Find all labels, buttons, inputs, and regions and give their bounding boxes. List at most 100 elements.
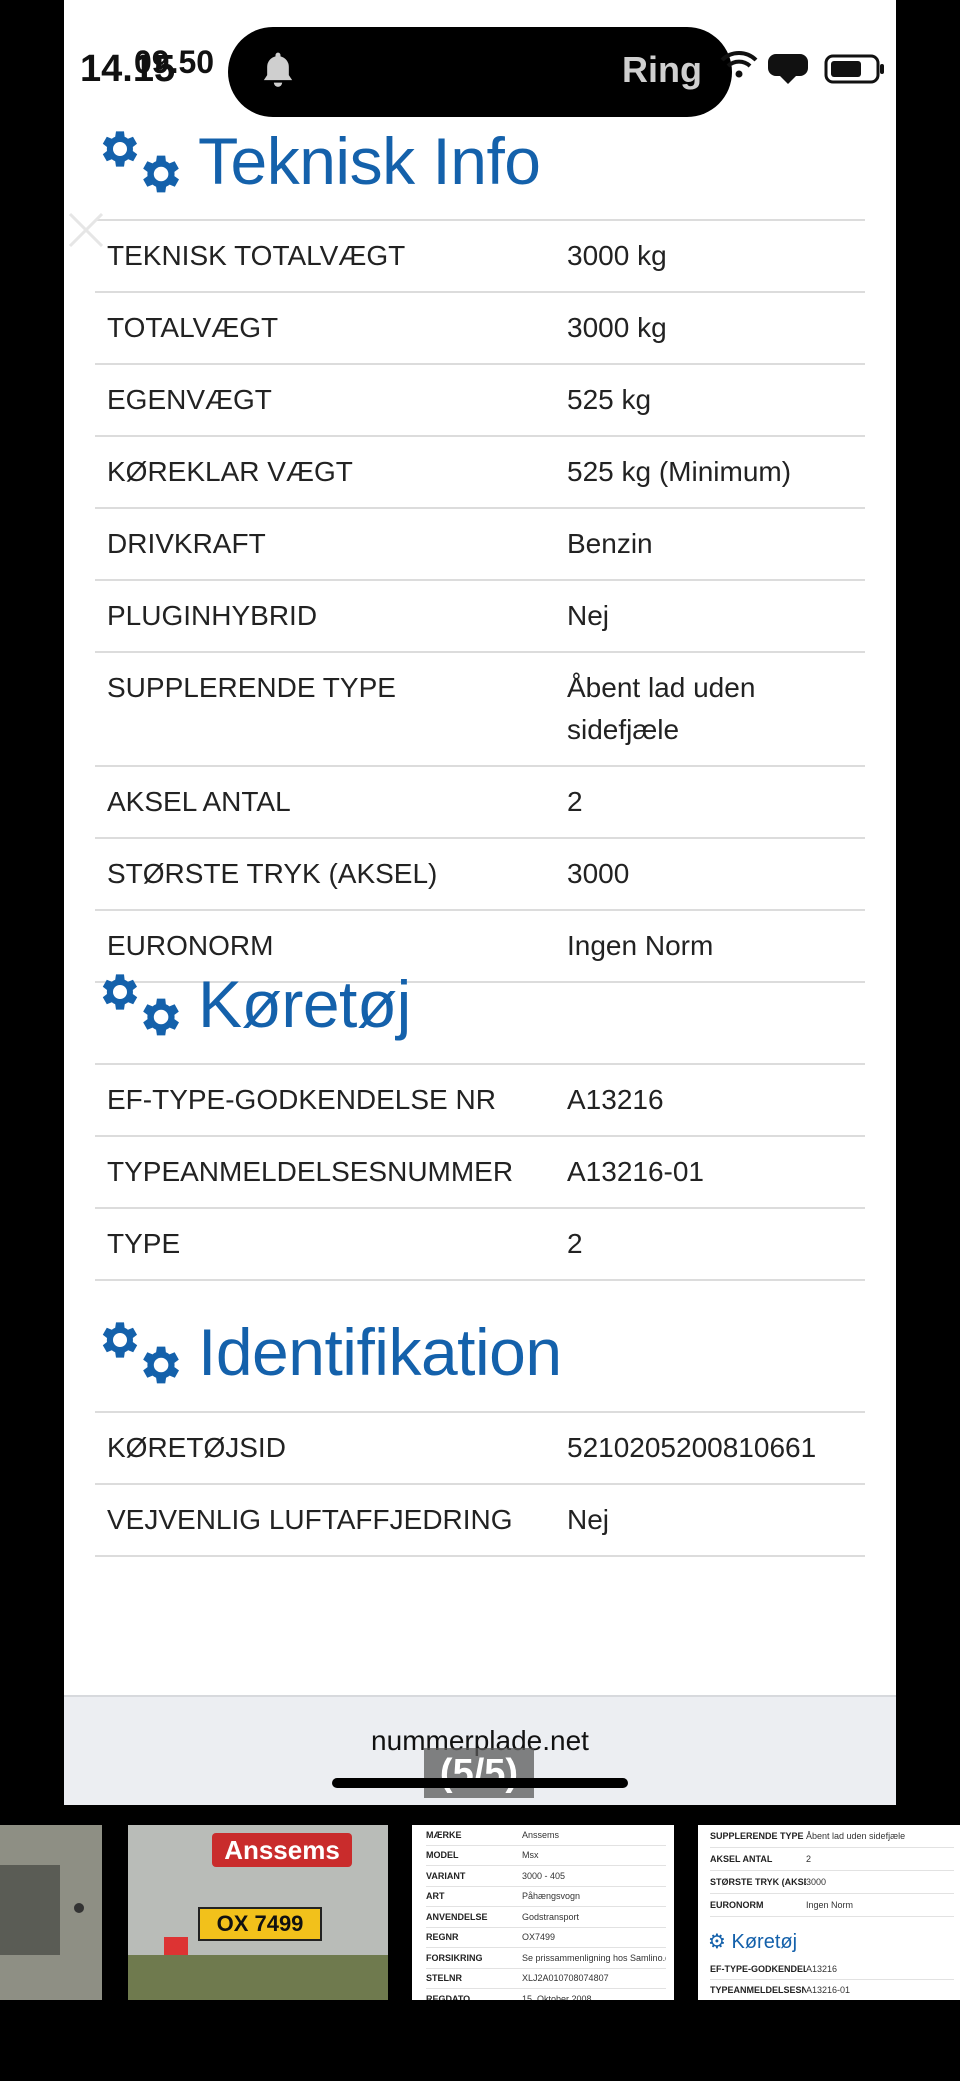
- row-value: 525 kg: [567, 384, 652, 415]
- thumb-value: A13216-01: [806, 1985, 851, 1995]
- row-key: EF-TYPE-GODKENDELSE NR: [107, 1084, 496, 1115]
- row-key: SUPPLERENDE TYPE: [107, 672, 396, 703]
- status-time-secondary: 09.50: [134, 44, 215, 80]
- gears-icon: [94, 968, 192, 1040]
- thumb-row: STØRSTE TRYK (AKSEL)3000: [710, 1871, 954, 1894]
- table-row: TYPE 2: [95, 1208, 865, 1280]
- row-value: 5210205200810661: [567, 1432, 817, 1463]
- row-key: PLUGINHYBRID: [107, 600, 318, 631]
- row-value: Åbent lad uden sidefjæle: [567, 672, 756, 745]
- island-ring-label: Ring: [622, 49, 702, 90]
- thumbnail-4[interactable]: SUPPLERENDE TYPE Åbent lad uden sidefjæle…: [698, 1825, 960, 2000]
- thumb-value: Se prissammenligning hos Samlino.dk: [522, 1952, 666, 1963]
- thumb-key: REGNR: [426, 1932, 459, 1943]
- table-row: KØREKLAR VÆGT 525 kg (Minimum): [95, 436, 865, 508]
- table-row: TEKNISK TOTALVÆGT 3000 kg: [95, 220, 865, 292]
- row-value: Ingen Norm: [567, 930, 714, 961]
- row-value: A13216: [567, 1084, 664, 1115]
- row-value: 2: [567, 1228, 583, 1259]
- thumb-table-2: EF-TYPE-GODKENDELSE NRA13216TYPEANMELDEL…: [710, 1959, 954, 2000]
- table-row: STØRSTE TRYK (AKSEL) 3000: [95, 838, 865, 910]
- thumb-value: 3000 - 405: [522, 1870, 566, 1881]
- thumbnail-1[interactable]: [0, 1825, 102, 2000]
- thumb-row: MODEL Msx: [426, 1846, 666, 1866]
- thumb-row: FORSIKRING Se prissammenligning hos Samli…: [426, 1948, 666, 1969]
- thumb-brand: Anssems: [212, 1833, 352, 1867]
- row-value: 3000 kg: [567, 312, 667, 343]
- thumb-key: MODEL: [426, 1850, 459, 1861]
- thumb-value: Godstransport: [522, 1911, 580, 1922]
- thumb-row: EURONORM Ingen Norm: [710, 1894, 954, 1917]
- thumb-table: SUPPLERENDE TYPE Åbent lad uden sidefjæle…: [710, 1825, 954, 1917]
- table-row: EF-TYPE-GODKENDELSE NR A13216: [95, 1064, 865, 1136]
- wifi-icon: [720, 50, 758, 78]
- thumb-row: ANVENDELSE Godstransport: [426, 1907, 666, 1928]
- thumb-key: SUPPLERENDE TYPE: [710, 1831, 804, 1841]
- thumb-bolt: [74, 1903, 84, 1913]
- gears-icon: [94, 125, 192, 197]
- row-key: KØRETØJSID: [107, 1432, 286, 1463]
- thumb-row: SUPPLERENDE TYPE Åbent lad uden sidefjæle: [710, 1825, 954, 1848]
- thumb-row: MÆRKE Anssems: [426, 1825, 666, 1846]
- gears-icon: ⚙: [708, 1931, 726, 1953]
- table-row: EGENVÆGT 525 kg: [95, 364, 865, 436]
- section-title: Identifikation: [198, 1315, 562, 1389]
- row-key: STØRSTE TRYK (AKSEL): [107, 858, 438, 889]
- row-value: 525 kg (Minimum): [567, 456, 792, 487]
- thumb-value: 2: [806, 1854, 812, 1864]
- thumb-section-title: ⚙ Køretøj: [708, 1931, 798, 1953]
- thumb-key: TYPEANMELDELSESNUMMER: [710, 1985, 806, 1995]
- thumb-row: EF-TYPE-GODKENDELSE NRA13216: [710, 1959, 954, 1980]
- thumb-plate: OX 7499: [198, 1907, 322, 1941]
- close-icon[interactable]: [64, 208, 108, 252]
- home-indicator[interactable]: [332, 1778, 628, 1788]
- thumb-value: Msx: [522, 1850, 539, 1861]
- table-row: VEJVENLIG LUFTAFFJEDRING Nej: [95, 1484, 865, 1556]
- row-value: 2: [567, 786, 583, 817]
- thumb-value: Ingen Norm: [806, 1900, 854, 1910]
- thumb-value: Anssems: [522, 1829, 560, 1840]
- table-row: AKSEL ANTAL 2: [95, 766, 865, 838]
- table-row: DRIVKRAFT Benzin: [95, 508, 865, 580]
- thumb-row: AKSEL ANTAL 2: [710, 1848, 954, 1871]
- image-counter: (5/5): [424, 1748, 534, 1798]
- thumb-value: A13216: [806, 1964, 838, 1974]
- row-key: TYPEANMELDELSESNUMMER: [107, 1156, 514, 1187]
- row-key: TYPE: [107, 1228, 181, 1259]
- thumb-key: MÆRKE: [426, 1829, 462, 1840]
- section-header-koretoj: Køretøj: [94, 968, 411, 1040]
- table-row: KØRETØJSID 5210205200810661: [95, 1412, 865, 1484]
- section-title: Køretøj: [198, 967, 411, 1041]
- thumb-row: TYPEANMELDELSESNUMMERA13216-01: [710, 1980, 954, 2000]
- thumb-key: REGDATO: [426, 1993, 471, 2000]
- section-header-teknisk: Teknisk Info: [94, 125, 541, 197]
- thumb-light: [164, 1937, 188, 1957]
- thumbnail-strip: Anssems OX 7499 MÆRKE Anssems MODEL Msx VARI…: [0, 1825, 960, 2000]
- thumbnail-2[interactable]: Anssems OX 7499: [128, 1825, 388, 2000]
- row-value: Nej: [567, 1504, 610, 1535]
- thumb-value: 3000: [806, 1877, 827, 1887]
- thumb-key: STØRSTE TRYK (AKSEL): [710, 1877, 806, 1887]
- row-value: 3000 kg: [567, 240, 667, 271]
- row-key: EGENVÆGT: [107, 384, 272, 415]
- table-row: TOTALVÆGT 3000 kg: [95, 292, 865, 364]
- row-value: Nej: [567, 600, 610, 631]
- thumb-row: REGNR OX7499: [426, 1928, 666, 1948]
- thumb-value: Åbent lad uden sidefjæle: [806, 1831, 906, 1841]
- section-title: Teknisk Info: [198, 124, 541, 198]
- thumb-value: 15. Oktober 2008: [522, 1993, 592, 2000]
- thumb-grass: [128, 1955, 388, 2000]
- row-key: AKSEL ANTAL: [107, 786, 291, 817]
- thumb-table: MÆRKE Anssems MODEL Msx VARIANT 3000 - 405 ART…: [426, 1825, 666, 2000]
- dynamic-island[interactable]: Ring: [228, 27, 732, 117]
- thumb-key: ANVENDELSE: [426, 1911, 488, 1922]
- thumb-row: STELNR XLJ2A010708074807: [426, 1969, 666, 1989]
- thumb-photo-shape: [0, 1865, 60, 1955]
- row-key: DRIVKRAFT: [107, 528, 266, 559]
- section-header-identifikation: Identifikation: [94, 1316, 562, 1388]
- thumb-key: AKSEL ANTAL: [710, 1854, 773, 1864]
- thumb-key: FORSIKRING: [426, 1952, 483, 1963]
- thumbnail-3[interactable]: MÆRKE Anssems MODEL Msx VARIANT 3000 - 405 ART…: [412, 1825, 674, 2000]
- row-value: Benzin: [567, 528, 653, 559]
- row-key: KØREKLAR VÆGT: [107, 456, 353, 487]
